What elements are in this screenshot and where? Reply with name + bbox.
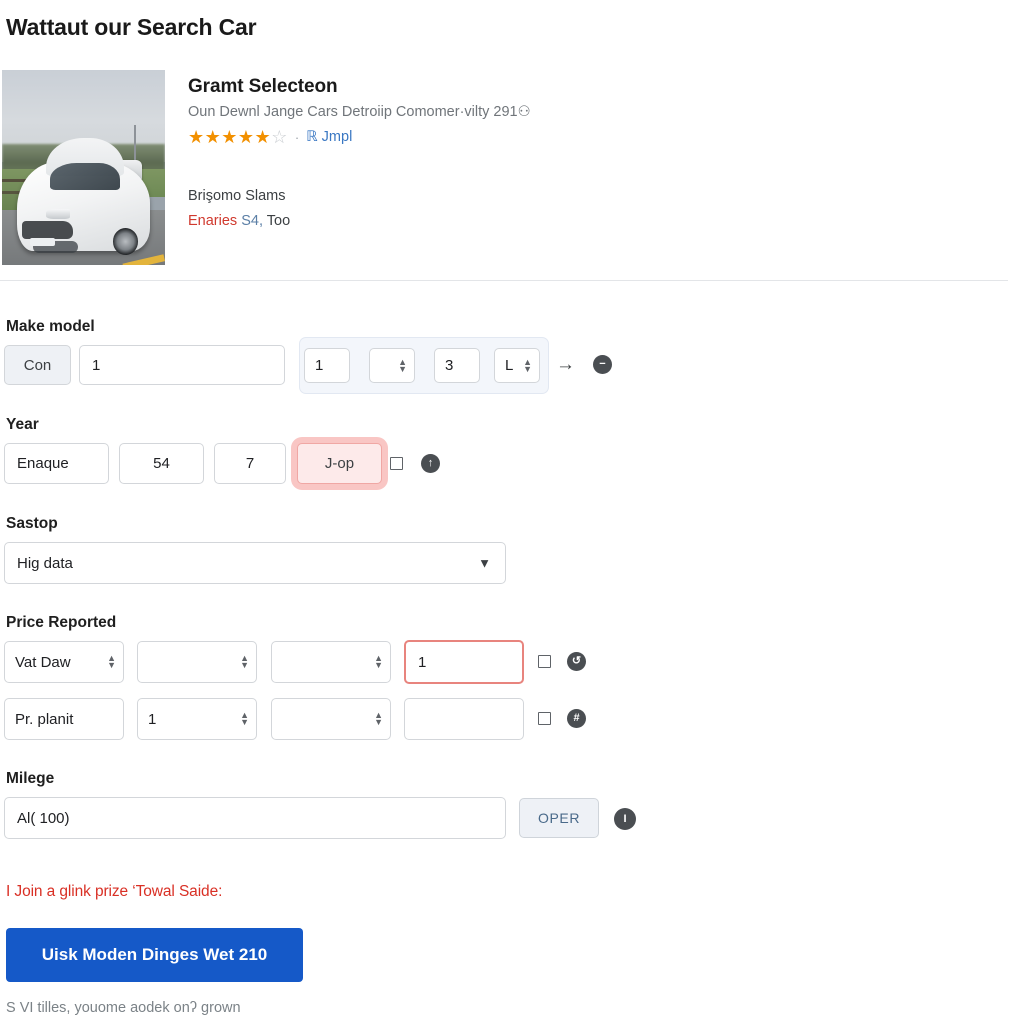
make-model-spin-field-4[interactable]: L ▲ ▼ [494,348,540,383]
product-meta-line-1: Brişomo Slams [188,188,286,204]
product-meta-dark: Too [266,213,291,229]
oper-button[interactable]: OPER [519,798,599,838]
product-meta-line-2: Enaries S4, Too [188,213,1010,229]
year-circle-button[interactable]: ↑ [421,454,440,473]
product-subtitle: Oun Dewnl Jange Cars Detroiip Comomer·vi… [188,104,531,120]
make-model-spin-field-1[interactable]: 1 [304,348,350,383]
spinner-arrows-icon[interactable]: ▲ ▼ [374,654,383,670]
sastop-select[interactable]: Hig data ▼ [4,542,506,584]
price-row-1-field-3[interactable]: ▲ ▼ [271,641,391,683]
make-model-spin-value-4: L [505,357,514,374]
sastop-select-value: Hig data [17,554,73,572]
photo-car-wheel [112,228,139,255]
product-info: Gramt Selecteon Oun Dewnl Jange Cars Det… [188,76,1010,229]
photo-car-license-plate [30,237,56,246]
sastop-label: Sastop [6,515,58,532]
make-model-label: Make model [6,318,95,335]
price-row-2-value-1: Pr. planit [15,710,74,728]
product-meta-red: Enaries [188,213,238,229]
car-photo [2,70,165,265]
price-row-2-field-4[interactable] [404,698,524,740]
spinner-arrows-icon[interactable]: ▲ ▼ [523,357,532,373]
make-model-text-input[interactable]: 1 [79,345,285,385]
price-row-1-field-1[interactable]: Vat Daw ▲ ▼ [4,641,124,683]
app-root: Wattaut our Search Car Gramt Selecteon O… [0,0,1024,1024]
price-row-2-field-1[interactable]: Pr. planit [4,698,124,740]
year-checkbox[interactable] [390,457,403,470]
price-row-2-circle-button[interactable]: # [567,709,586,728]
milege-input[interactable]: Al( 100) [4,797,506,839]
spinner-arrows-icon[interactable]: ▲ ▼ [374,711,383,727]
submit-button[interactable]: Uisk Moden Dinges Wet 210 [6,928,303,982]
rating-link[interactable]: ℝ Jmpl [306,129,352,145]
page-title: Wattaut our Search Car [6,14,257,40]
price-row-2-field-2[interactable]: 1 ▲ ▼ [137,698,257,740]
year-label: Year [6,416,39,433]
price-row-1-checkbox[interactable] [538,655,551,668]
spinner-arrows-icon[interactable]: ▲ ▼ [107,654,116,670]
photo-car-headlight [46,209,71,220]
price-row-2-value-2: 1 [148,710,157,728]
spinner-arrows-icon[interactable]: ▲ ▼ [240,711,249,727]
photo-car-windshield [50,163,120,191]
product-title: Gramt Selecteon [188,76,338,97]
year-field-3[interactable]: 7 [214,443,286,484]
spinner-arrows-icon[interactable]: ▲ ▼ [398,357,407,373]
photo-car-grille [22,220,73,239]
spinner-arrows-icon[interactable]: ▲ ▼ [240,654,249,670]
price-row-1-value-1: Vat Daw [15,653,71,671]
star-empty-icon: ☆ [271,127,288,147]
make-model-spin-field-2[interactable]: ▲ ▼ [369,348,415,383]
price-row-2-field-3[interactable]: ▲ ▼ [271,698,391,740]
rating-row: ★★★★★☆ · ℝ Jmpl [188,128,1010,146]
error-message: I Join a glink prize ‘Towal Saide: [6,883,223,900]
price-row-1-field-4-highlighted[interactable]: 1 [404,640,524,684]
rating-separator: · [294,129,300,145]
year-field-4-highlighted[interactable]: J-op [297,443,382,484]
product-meta-blue: S4, [241,213,263,229]
price-row-1-circle-button[interactable]: ↺ [567,652,586,671]
right-arrow-icon[interactable]: → [556,355,575,374]
star-rating: ★★★★★☆ [188,127,288,147]
milege-label: Milege [6,770,55,787]
price-reported-label: Price Reported [6,614,117,631]
chevron-down-icon: ▼ [478,555,491,571]
make-model-spin-field-3[interactable]: 3 [434,348,480,383]
year-field-1[interactable]: Enaque [4,443,109,484]
section-divider [0,280,1008,281]
footer-note: S VI tilles, youome aodek onʔ grown [6,1000,241,1016]
price-row-1-field-2[interactable]: ▲ ▼ [137,641,257,683]
year-field-2[interactable]: 54 [119,443,204,484]
info-circle-button[interactable]: I [614,808,636,830]
minus-circle-button[interactable]: − [593,355,612,374]
price-row-2-checkbox[interactable] [538,712,551,725]
product-header: Gramt Selecteon Oun Dewnl Jange Cars Det… [0,70,1010,266]
make-model-spin-value-1: 1 [315,357,324,374]
make-model-spin-value-3: 3 [445,357,454,374]
make-model-con-button[interactable]: Con [4,345,71,385]
photo-foreground-car [16,138,151,255]
